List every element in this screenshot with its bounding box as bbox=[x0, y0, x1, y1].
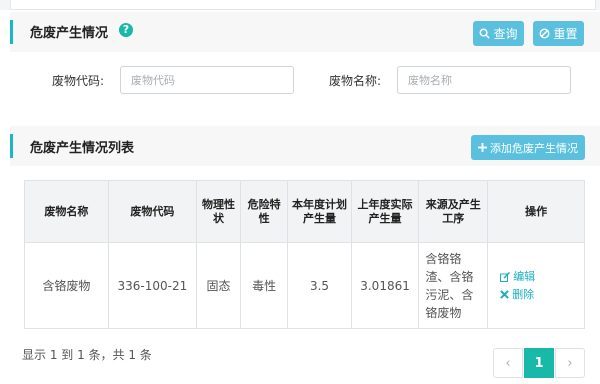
waste-code-input[interactable] bbox=[120, 66, 294, 94]
edit-link-label: 编辑 bbox=[513, 269, 536, 283]
delete-link[interactable]: 删除 bbox=[500, 286, 582, 304]
prev-page-button[interactable]: ‹ bbox=[493, 348, 523, 378]
cell-source-process: 含铬铬渣、含铬污泥、含铬废物 bbox=[418, 242, 489, 329]
search-section-title: 危废产生情况 bbox=[30, 26, 109, 41]
list-section-title: 危废产生情况列表 bbox=[30, 141, 135, 156]
cell-actual-amount: 3.01861 bbox=[350, 242, 420, 329]
reset-button[interactable]: 重置 bbox=[533, 21, 584, 46]
query-button[interactable]: 查询 bbox=[473, 21, 524, 46]
cell-planned-amount: 3.5 bbox=[287, 242, 352, 329]
delete-icon bbox=[500, 290, 509, 299]
waste-code-label: 废物代码: bbox=[52, 74, 105, 88]
edit-icon bbox=[500, 271, 511, 282]
column-header: 操作 bbox=[487, 180, 585, 243]
help-icon[interactable]: ? bbox=[119, 23, 133, 37]
plus-icon bbox=[478, 143, 487, 152]
waste-table: 废物名称 废物代码 物理性状 危险特性 本年度计划产生量 上年度实际产生量 来源… bbox=[24, 180, 585, 329]
page-1-button[interactable]: 1 bbox=[524, 348, 554, 378]
cell-operations: 编辑 删除 bbox=[487, 242, 585, 329]
add-waste-button-label: 添加危废产生情况 bbox=[490, 141, 578, 155]
column-header: 上年度实际产生量 bbox=[350, 180, 420, 243]
column-header: 物理性状 bbox=[195, 180, 242, 243]
table-header-row: 废物名称 废物代码 物理性状 危险特性 本年度计划产生量 上年度实际产生量 来源… bbox=[24, 180, 585, 243]
top-card bbox=[10, 0, 596, 10]
top-panel-edge bbox=[0, 0, 600, 10]
waste-name-input[interactable] bbox=[397, 66, 571, 94]
search-icon bbox=[480, 28, 491, 39]
cell-physical-state: 固态 bbox=[195, 242, 242, 329]
section-accent-bar bbox=[10, 20, 13, 44]
column-header: 废物名称 bbox=[24, 180, 109, 243]
column-header: 危险特性 bbox=[240, 180, 289, 243]
query-button-label: 查询 bbox=[493, 27, 518, 41]
next-page-button[interactable]: › bbox=[555, 348, 585, 378]
table-row: 含铬废物 336-100-21 固态 毒性 3.5 3.01861 含铬铬渣、含… bbox=[24, 242, 585, 329]
add-waste-button[interactable]: 添加危废产生情况 bbox=[471, 135, 585, 160]
section-accent-bar bbox=[10, 134, 13, 158]
reset-button-label: 重置 bbox=[553, 27, 578, 41]
column-header: 本年度计划产生量 bbox=[287, 180, 352, 243]
cell-waste-code: 336-100-21 bbox=[107, 242, 197, 329]
delete-link-label: 删除 bbox=[512, 287, 535, 301]
column-header: 废物代码 bbox=[107, 180, 197, 243]
cell-hazard: 毒性 bbox=[240, 242, 289, 329]
cell-waste-name: 含铬废物 bbox=[24, 242, 109, 329]
column-header: 来源及产生工序 bbox=[418, 180, 489, 243]
edit-link[interactable]: 编辑 bbox=[500, 268, 582, 286]
waste-name-label: 废物名称: bbox=[329, 74, 382, 88]
pagination-summary: 显示 1 到 1 条，共 1 条 bbox=[22, 348, 152, 362]
reset-icon bbox=[540, 28, 550, 39]
